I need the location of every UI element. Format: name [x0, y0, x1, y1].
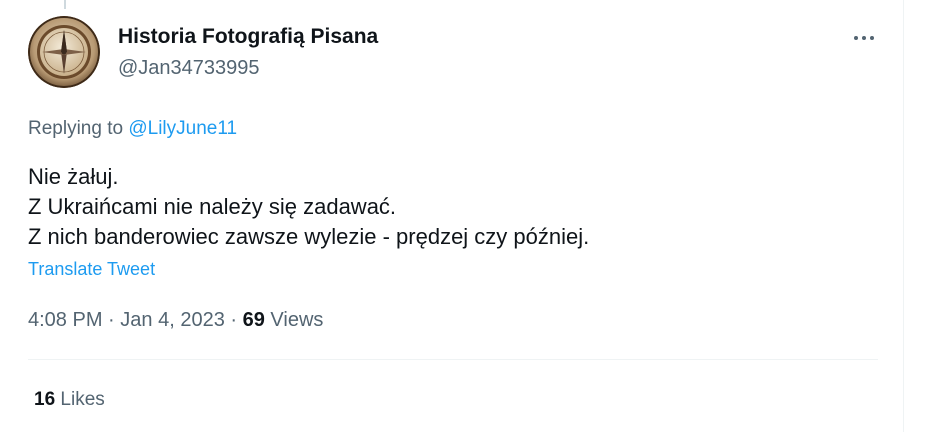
meta-separator: · [108, 309, 115, 331]
compass-avatar-icon [28, 16, 100, 88]
tweet-text-line: Z Ukraińcami nie należy się zadawać. [28, 194, 397, 219]
tweet-date[interactable]: Jan 4, 2023 [120, 309, 225, 331]
likes-label: Likes [60, 389, 105, 410]
tweet-text: Nie żałuj. Z Ukraińcami nie należy się z… [28, 162, 589, 252]
more-options-icon-dot [870, 36, 874, 40]
divider [28, 359, 878, 360]
thread-connector-line [64, 0, 66, 9]
reply-mention-link[interactable]: @LilyJune11 [128, 118, 237, 139]
tweet-text-line: Nie żałuj. [28, 164, 119, 189]
replying-to: Replying to @LilyJune11 [28, 118, 237, 140]
likes-link[interactable]: 16 Likes [34, 389, 105, 411]
views-label: Views [270, 309, 324, 331]
tweet-time[interactable]: 4:08 PM [28, 309, 102, 331]
translate-tweet-link[interactable]: Translate Tweet [28, 259, 155, 280]
author-handle[interactable]: @Jan34733995 [118, 57, 260, 80]
tweet-meta: 4:08 PM · Jan 4, 2023 · 69 Views [28, 309, 323, 332]
views-count: 69 [242, 309, 265, 331]
avatar[interactable] [28, 16, 100, 88]
tweet-detail: Historia Fotografią Pisana @Jan34733995 … [0, 0, 938, 432]
more-options-icon [854, 36, 858, 40]
likes-count: 16 [34, 389, 56, 410]
tweet-text-line: Z nich banderowiec zawsze wylezie - pręd… [28, 224, 590, 249]
replying-to-label: Replying to [28, 118, 124, 139]
more-options-button[interactable] [846, 22, 882, 54]
meta-separator: · [230, 309, 238, 331]
column-border [903, 0, 904, 432]
author-display-name[interactable]: Historia Fotografią Pisana [118, 25, 378, 49]
more-options-icon-dot [862, 36, 866, 40]
